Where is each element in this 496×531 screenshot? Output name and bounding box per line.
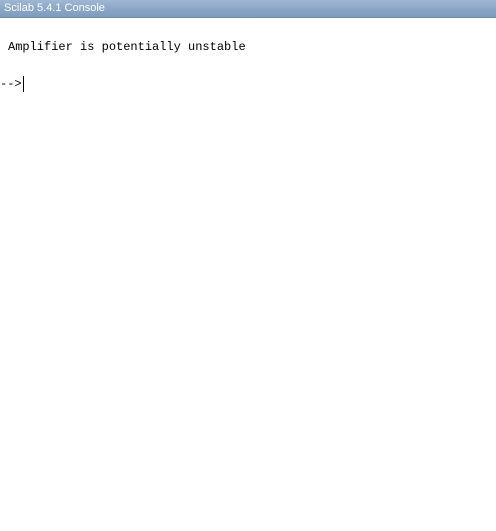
console-output-line: Amplifier is potentially unstable [8,40,246,54]
title-bar[interactable]: Scilab 5.4.1 Console [0,0,496,18]
console-area[interactable]: Amplifier is potentially unstable --> [0,18,496,531]
text-cursor [22,76,24,92]
command-prompt-row[interactable]: --> [0,76,486,92]
window-title: Scilab 5.4.1 Console [4,2,105,14]
command-input[interactable] [26,76,486,92]
command-prompt: --> [0,77,22,91]
scilab-console-window: Scilab 5.4.1 Console Amplifier is potent… [0,0,496,531]
